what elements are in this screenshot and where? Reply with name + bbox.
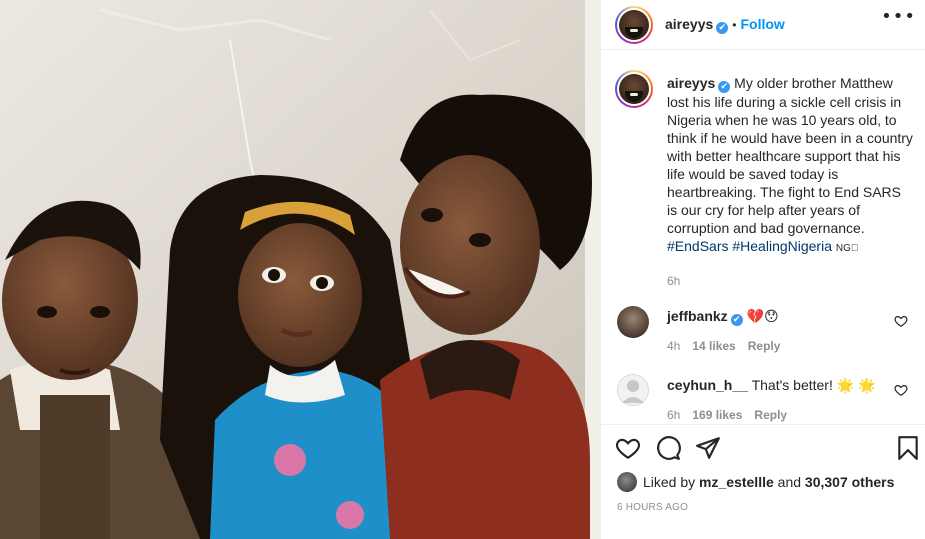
post-actions: Liked by mz_estellle and 30,307 others 6… [601, 424, 925, 539]
likes-summary: Liked by mz_estellle and 30,307 others [617, 472, 894, 492]
caption-text: aireyys ✔ My older brother Matthew lost h… [667, 74, 913, 290]
post-photo[interactable] [0, 0, 600, 539]
comment-like-heart-icon[interactable] [894, 383, 908, 397]
comment-like-heart-icon[interactable] [894, 314, 908, 328]
author-username[interactable]: aireyys [665, 16, 713, 32]
comment-meta: 4h 14 likes Reply [667, 339, 792, 353]
flag-icon: NG⃞ [835, 243, 859, 254]
reply-button[interactable]: Reply [754, 408, 787, 422]
default-avatar-icon [622, 380, 644, 403]
post-header: aireyys ✔ • Follow ••• [601, 0, 925, 50]
family-photo-illustration [0, 0, 600, 539]
liked-by-and: and [777, 474, 802, 490]
comment-likes[interactable]: 169 likes [692, 408, 742, 422]
caption-username[interactable]: aireyys [667, 75, 715, 91]
avatar-photo [619, 10, 649, 40]
caption-author-avatar[interactable] [615, 70, 653, 108]
verified-badge-icon: ✔ [730, 314, 743, 326]
liker-avatar[interactable] [617, 472, 637, 492]
commenter-avatar[interactable] [617, 374, 649, 406]
comment-meta: 6h 169 likes Reply [667, 408, 799, 422]
bookmark-icon[interactable] [895, 435, 921, 461]
avatar-photo [619, 74, 649, 104]
comment-username[interactable]: jeffbankz [667, 308, 728, 324]
commenter-avatar[interactable] [617, 306, 649, 338]
more-options-icon[interactable]: ••• [881, 6, 916, 27]
liked-by-prefix: Liked by [643, 474, 696, 490]
verified-badge-icon: ✔ [718, 81, 731, 93]
comment-text: jeffbankz ✔ 💔😯 [667, 308, 779, 326]
hashtag-healingnigeria[interactable]: #HealingNigeria [732, 238, 832, 254]
share-icon[interactable] [695, 435, 721, 461]
follow-button[interactable]: Follow [740, 16, 784, 32]
caption-age[interactable]: 6h [667, 272, 913, 290]
hashtag-endsars[interactable]: #EndSars [667, 238, 728, 254]
separator-dot: • [732, 18, 737, 32]
post-side-panel: aireyys ✔ • Follow ••• aireyys ✔ My older br… [600, 0, 925, 539]
comment-age[interactable]: 4h [667, 339, 680, 353]
comment-icon[interactable] [655, 435, 681, 461]
post-timestamp[interactable]: 6 HOURS AGO [617, 502, 688, 513]
liked-by-user[interactable]: mz_estellle [699, 474, 774, 490]
comment-body: That's better! 🌟 🌟 [751, 377, 876, 393]
author-avatar[interactable] [615, 6, 653, 44]
comment-text: ceyhun_h__ That's better! 🌟 🌟 [667, 377, 876, 394]
liked-by-others[interactable]: 30,307 others [805, 474, 895, 490]
comment-likes[interactable]: 14 likes [692, 339, 735, 353]
comment-username[interactable]: ceyhun_h__ [667, 377, 748, 393]
comment-body: 💔😯 [746, 308, 779, 324]
verified-badge-icon: ✔ [716, 22, 729, 34]
comment-age[interactable]: 6h [667, 408, 680, 422]
reply-button[interactable]: Reply [748, 339, 781, 353]
heart-icon[interactable] [615, 435, 641, 461]
caption-body: My older brother Matthew lost his life d… [667, 75, 913, 236]
